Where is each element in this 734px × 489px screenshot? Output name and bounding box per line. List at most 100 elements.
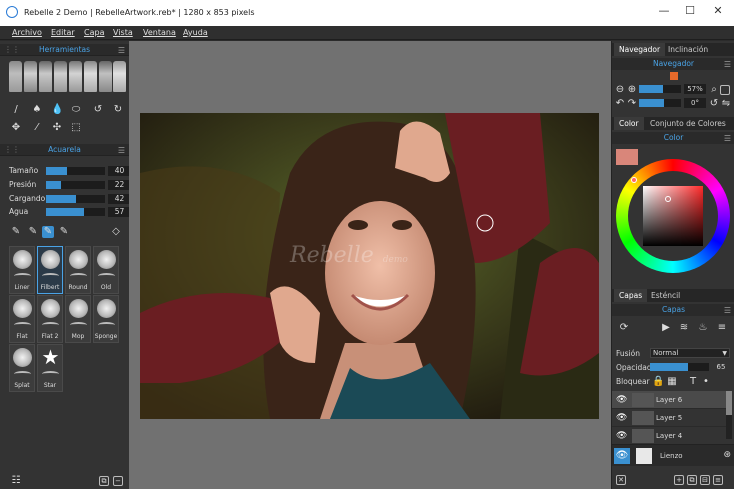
brush-preset-7[interactable]: Sponge <box>93 295 119 343</box>
undo-icon[interactable]: ↺ <box>92 104 104 116</box>
visibility-eye-icon[interactable]: 👁 <box>616 395 627 405</box>
rotate-left-icon[interactable]: ↶ <box>614 98 626 110</box>
slider-value[interactable]: 42 <box>108 194 131 204</box>
slider-value[interactable]: 22 <box>108 180 131 190</box>
brush-preset-3[interactable]: Old <box>93 246 119 294</box>
brush-preset-8[interactable]: Splat <box>9 344 35 392</box>
color-wheel[interactable] <box>616 159 730 273</box>
color-picker-handle[interactable] <box>665 196 671 202</box>
ink-pen-tool[interactable] <box>54 61 67 92</box>
hue-picker-handle[interactable] <box>631 177 637 183</box>
paint-alt-icon[interactable]: ✎ <box>27 226 39 238</box>
wet-brush-icon[interactable]: ✎ <box>42 226 54 238</box>
brush-preset-6[interactable]: Mop <box>65 295 91 343</box>
layer-options-button[interactable]: ≡ <box>713 475 723 485</box>
current-color-swatch[interactable] <box>616 149 638 165</box>
wet-layer-icon[interactable]: ≋ <box>678 322 690 334</box>
slider-track[interactable] <box>46 195 105 203</box>
rotation-slider[interactable] <box>639 99 681 107</box>
menu-icon[interactable]: ☰ <box>724 305 731 317</box>
zoom-fit-icon[interactable]: ⌕ <box>708 84 720 96</box>
visibility-eye-icon[interactable]: 👁 <box>616 431 627 441</box>
zoom-out-icon[interactable]: ⊖ <box>614 84 626 96</box>
close-button[interactable]: ✕ <box>708 4 728 20</box>
slider-track[interactable] <box>46 167 105 175</box>
zoom-value[interactable]: 57% <box>684 84 706 94</box>
opacity-slider[interactable] <box>650 363 709 371</box>
slider-track[interactable] <box>46 181 105 189</box>
pencil-tool[interactable] <box>39 61 52 92</box>
fast-dry-icon[interactable]: ≡ <box>716 322 728 334</box>
acrylic-tool[interactable] <box>24 61 37 92</box>
eyedropper-icon[interactable]: ⁄ <box>31 122 43 134</box>
airbrush-tool[interactable] <box>99 61 112 92</box>
minimize-button[interactable]: — <box>654 4 674 20</box>
water-slider[interactable]: Agua 57 <box>9 207 131 217</box>
lock-transparency-icon[interactable]: ▦ <box>666 376 678 388</box>
menu-capa[interactable]: Capa <box>84 28 104 37</box>
canvas-settings-icon[interactable]: ⊛ <box>723 450 731 460</box>
pressure-slider[interactable]: Presión 22 <box>9 180 131 190</box>
slider-value[interactable]: 40 <box>108 166 131 176</box>
dry-layer-icon[interactable]: ♨ <box>697 322 709 334</box>
duplicate-layer-button[interactable]: ⧉ <box>687 475 697 485</box>
layer-scrollbar[interactable] <box>726 391 732 439</box>
blend-tool-icon[interactable]: ♠ <box>31 104 43 116</box>
merge-layer-button[interactable]: ⊟ <box>700 475 710 485</box>
artwork-image[interactable]: Rebelle demo <box>140 113 599 419</box>
slider-value[interactable]: 57 <box>108 207 131 217</box>
move-tool-icon[interactable]: ✥ <box>10 122 22 134</box>
paint-icon[interactable]: ✎ <box>10 226 22 238</box>
water-drop-icon[interactable]: 💧 <box>51 104 63 116</box>
canvas-visibility-icon[interactable]: 👁 <box>614 448 630 464</box>
eraser-tool[interactable] <box>113 61 126 92</box>
layer-row[interactable]: 👁 Layer 4 <box>612 427 726 445</box>
watercolor-tool[interactable] <box>9 61 22 92</box>
delete-brush-button[interactable]: − <box>113 476 123 486</box>
lock-dot-icon[interactable]: • <box>700 376 712 388</box>
settings-sliders-icon[interactable]: ☷ <box>10 475 22 487</box>
brush-tool-icon[interactable]: / <box>10 104 22 116</box>
redo-icon[interactable]: ↻ <box>112 104 124 116</box>
grip-icon[interactable]: ⋮⋮ <box>4 44 20 56</box>
canvas-layer-row[interactable]: 👁 Lienzo ⊛ <box>612 444 734 466</box>
menu-archivo[interactable]: Archivo <box>12 28 42 37</box>
loading-slider[interactable]: Cargando 42 <box>9 194 131 204</box>
grip-icon[interactable]: ⋮⋮ <box>4 144 20 156</box>
opacity-value[interactable]: 65 <box>712 362 730 372</box>
brush-preset-2[interactable]: Round <box>65 246 91 294</box>
layer-row[interactable]: 👁 Layer 5 <box>612 409 726 427</box>
menu-ayuda[interactable]: Ayuda <box>183 28 208 37</box>
tab-color[interactable]: Color <box>614 117 644 130</box>
menu-icon[interactable]: ☰ <box>118 45 125 57</box>
blend-mode-select[interactable]: Normal ▼ <box>650 348 730 358</box>
menu-vista[interactable]: Vista <box>113 28 133 37</box>
flip-icon[interactable]: ⇋ <box>720 98 732 110</box>
visibility-eye-icon[interactable]: 👁 <box>616 413 627 423</box>
menu-icon[interactable]: ☰ <box>118 145 125 157</box>
lock-text-icon[interactable]: T <box>687 376 699 388</box>
layer-action-icon[interactable]: ⟳ <box>618 322 630 334</box>
maximize-button[interactable]: ☐ <box>680 4 700 20</box>
slider-track[interactable] <box>46 208 105 216</box>
navigator-thumbnail[interactable] <box>670 72 678 80</box>
menu-editar[interactable]: Editar <box>51 28 75 37</box>
smudge-icon[interactable]: ✎ <box>58 226 70 238</box>
layer-row[interactable]: 👁 Layer 6 <box>612 391 726 409</box>
rotate-right-icon[interactable]: ↷ <box>626 98 638 110</box>
pastel-tool[interactable] <box>84 61 97 92</box>
selection-icon[interactable]: ⬚ <box>70 122 82 134</box>
menu-icon[interactable]: ☰ <box>724 59 731 71</box>
lock-icon[interactable]: 🔒 <box>652 376 664 388</box>
reset-rotation-icon[interactable]: ↺ <box>708 98 720 110</box>
brush-preset-4[interactable]: Flat <box>9 295 35 343</box>
brush-preset-5[interactable]: Flat 2 <box>37 295 63 343</box>
play-icon[interactable]: ▶ <box>660 322 672 334</box>
marker-tool[interactable] <box>69 61 82 92</box>
rotation-value[interactable]: 0° <box>684 98 706 108</box>
tab-estencil[interactable]: Esténcil <box>646 289 685 302</box>
canvas-area[interactable]: Rebelle demo <box>129 41 611 489</box>
duplicate-brush-button[interactable]: ⧉ <box>99 476 109 486</box>
tab-navegador[interactable]: Navegador <box>614 43 666 56</box>
transform-icon[interactable]: ✣ <box>51 122 63 134</box>
